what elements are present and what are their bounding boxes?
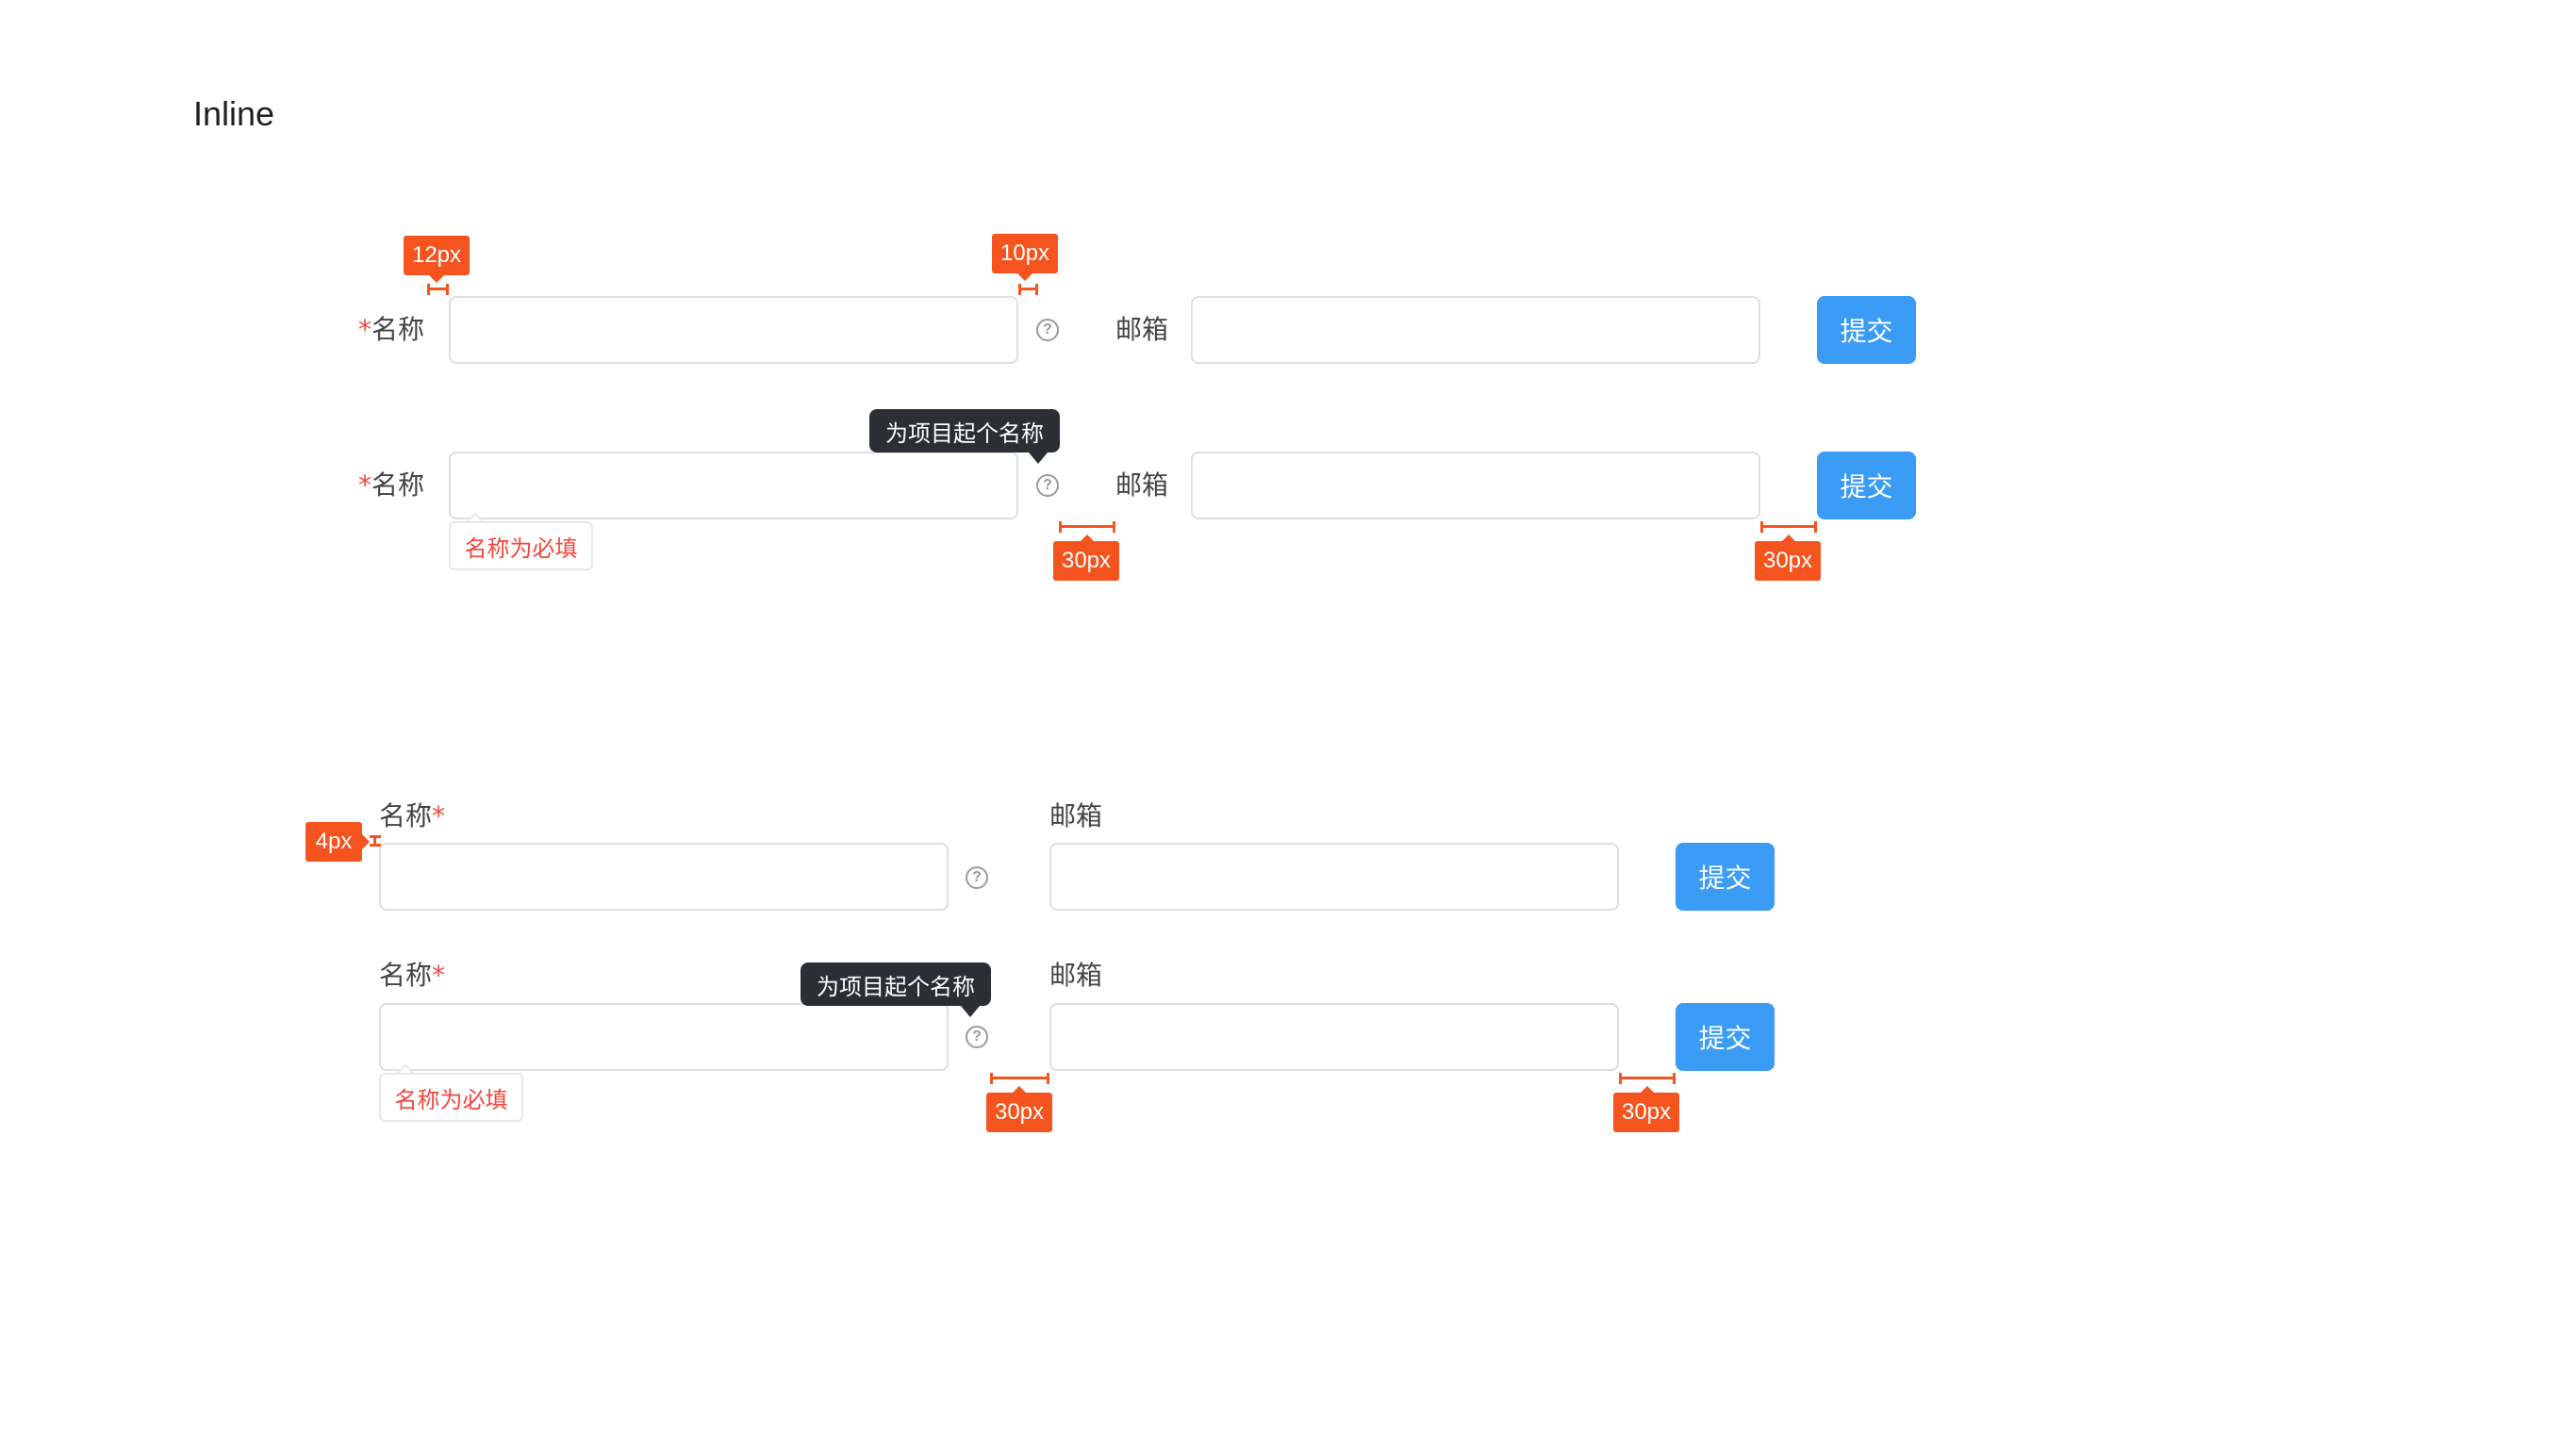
spacing-marker	[1619, 1073, 1676, 1084]
required-asterisk: *	[358, 469, 372, 501]
name-input[interactable]	[379, 843, 949, 911]
name-input[interactable]	[449, 452, 1018, 519]
name-label-text: 名称	[379, 960, 433, 991]
badge-pointer-icon	[362, 834, 370, 849]
help-tooltip: 为项目起个名称	[869, 409, 1060, 452]
tooltip-arrow-icon	[1029, 452, 1048, 464]
spacing-badge-button-gap: 30px	[1755, 541, 1821, 581]
spacing-marker	[1059, 521, 1115, 533]
spacing-marker	[1018, 284, 1038, 295]
help-tooltip: 为项目起个名称	[801, 963, 991, 1006]
submit-button[interactable]: 提交	[1676, 1003, 1775, 1071]
name-label: 名称*	[379, 957, 445, 995]
required-asterisk: *	[432, 960, 446, 991]
email-label: 邮箱	[1115, 314, 1169, 345]
badge-pointer-icon	[1017, 273, 1032, 281]
name-label-text: 名称	[372, 469, 425, 501]
email-input[interactable]	[1049, 1003, 1619, 1071]
spacing-marker	[370, 835, 381, 847]
name-label-text: 名称	[372, 314, 425, 345]
email-label: 邮箱	[1115, 469, 1169, 501]
spacing-badge-field-gap: 30px	[986, 1093, 1052, 1132]
page-title: Inline	[193, 94, 275, 133]
name-label: 名称*	[379, 798, 445, 835]
email-input[interactable]	[1191, 452, 1760, 519]
help-icon[interactable]: ?	[966, 1026, 988, 1048]
submit-button[interactable]: 提交	[1817, 452, 1916, 519]
spacing-badge-button-gap: 30px	[1613, 1093, 1679, 1132]
name-label-text: 名称	[379, 800, 433, 831]
spacing-marker	[427, 284, 449, 295]
required-asterisk: *	[358, 314, 372, 345]
name-input[interactable]	[379, 1003, 949, 1071]
name-input[interactable]	[449, 296, 1018, 364]
spacing-marker	[990, 1073, 1049, 1084]
badge-pointer-icon	[429, 275, 444, 283]
name-label: *名称	[358, 311, 424, 349]
spacing-marker	[1760, 521, 1817, 533]
spacing-badge-stacked-label-gap: 4px	[305, 822, 362, 862]
help-icon[interactable]: ?	[966, 866, 988, 889]
help-icon[interactable]: ?	[1036, 319, 1059, 341]
error-message: 名称为必填	[379, 1073, 523, 1122]
spacing-badge-field-gap: 30px	[1053, 541, 1119, 581]
email-input[interactable]	[1191, 296, 1760, 364]
email-input[interactable]	[1049, 843, 1619, 911]
submit-button[interactable]: 提交	[1676, 843, 1775, 911]
email-label: 邮箱	[1049, 960, 1103, 991]
required-asterisk: *	[432, 800, 446, 831]
name-label: *名称	[358, 467, 424, 504]
error-message: 名称为必填	[449, 521, 593, 570]
help-icon[interactable]: ?	[1036, 474, 1059, 497]
tooltip-arrow-icon	[961, 1006, 980, 1017]
spacing-badge-label-gap: 12px	[404, 236, 470, 275]
submit-button[interactable]: 提交	[1817, 296, 1916, 364]
spacing-badge-help-gap: 10px	[992, 234, 1058, 273]
email-label: 邮箱	[1049, 800, 1103, 831]
